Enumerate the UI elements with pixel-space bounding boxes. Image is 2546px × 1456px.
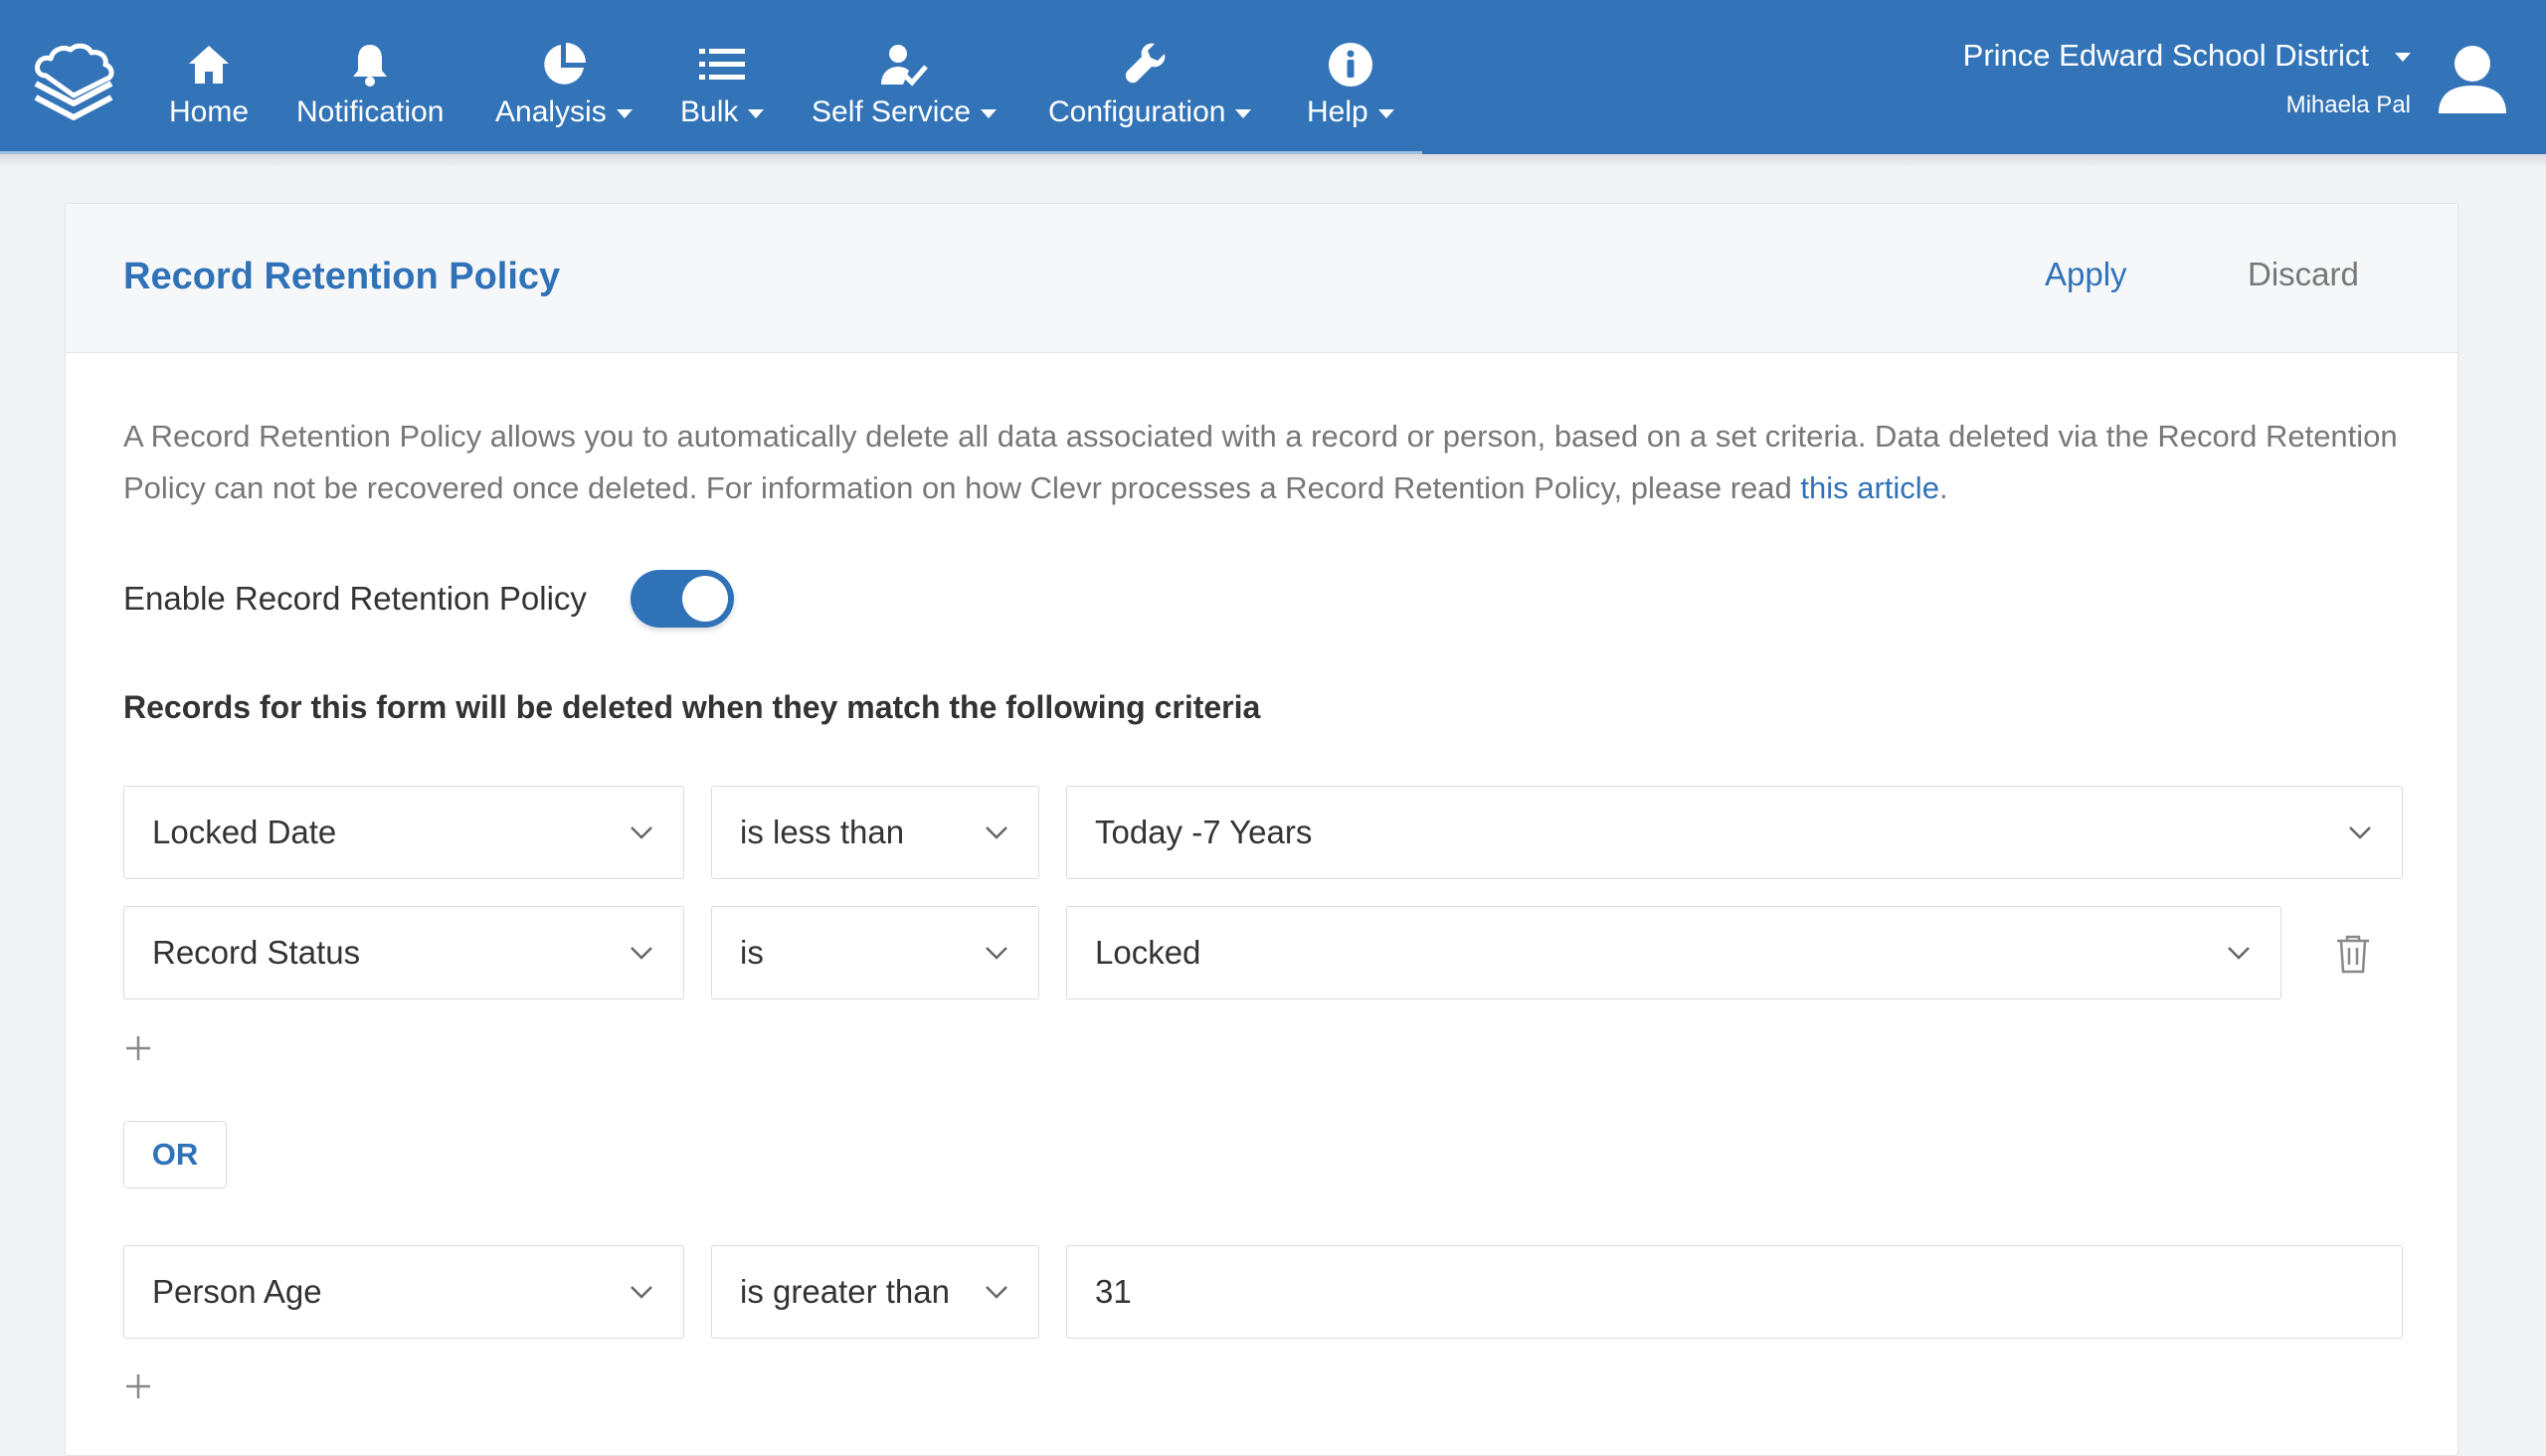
chevron-down-icon xyxy=(631,1286,652,1299)
nav-help[interactable]: Help xyxy=(1307,40,1394,139)
chevron-down-icon xyxy=(1377,108,1394,118)
discard-button[interactable]: Discard xyxy=(2248,256,2359,293)
nav-analysis-label: Analysis xyxy=(495,95,607,128)
app-logo-icon[interactable] xyxy=(26,38,121,133)
criteria-operator-select[interactable]: is greater than xyxy=(711,1245,1039,1339)
chevron-down-icon xyxy=(2395,52,2411,62)
chevron-down-icon xyxy=(2228,947,2250,960)
wrench-icon xyxy=(1125,40,1175,90)
nav-self-service-label: Self Service xyxy=(812,95,972,128)
chevron-down-icon xyxy=(631,947,652,960)
chevron-down-icon xyxy=(986,826,1007,839)
criteria-value-select[interactable]: Today -7 Years xyxy=(1066,786,2403,879)
apply-button[interactable]: Apply xyxy=(2045,256,2127,293)
select-value: Record Status xyxy=(152,934,361,971)
select-value: is less than xyxy=(740,814,905,850)
district-name: Prince Edward School District xyxy=(1962,38,2369,73)
page-title: Record Retention Policy xyxy=(123,256,561,297)
district-selector[interactable]: Prince Edward School District xyxy=(1963,38,2411,74)
enable-policy-toggle[interactable] xyxy=(631,570,734,628)
description-end: . xyxy=(1938,470,1948,505)
nav-configuration[interactable]: Configuration xyxy=(1048,40,1252,139)
pie-chart-icon xyxy=(540,40,588,90)
select-value: Person Age xyxy=(152,1273,322,1310)
criteria-field-select[interactable]: Person Age xyxy=(123,1245,684,1339)
nav-bulk[interactable]: Bulk xyxy=(680,40,765,139)
list-icon xyxy=(699,40,746,90)
nav-bulk-label: Bulk xyxy=(680,95,739,128)
card-header: Record Retention Policy Apply Discard xyxy=(66,204,2457,353)
input-value: 31 xyxy=(1095,1273,1132,1310)
criteria-field-select[interactable]: Record Status xyxy=(123,906,684,1000)
chevron-down-icon xyxy=(981,108,998,118)
criteria-value-select[interactable]: Locked xyxy=(1066,906,2281,1000)
chevron-down-icon xyxy=(2349,826,2371,839)
add-criteria-plus-icon[interactable] xyxy=(123,1033,153,1063)
chevron-down-icon xyxy=(986,1286,1007,1299)
user-check-icon xyxy=(879,40,929,90)
nav-analysis[interactable]: Analysis xyxy=(495,40,633,139)
select-value: is xyxy=(740,934,764,971)
criteria-heading: Records for this form will be deleted wh… xyxy=(123,689,1261,725)
criteria-field-select[interactable]: Locked Date xyxy=(123,786,684,879)
description-text: A Record Retention Policy allows you to … xyxy=(123,419,2398,505)
trash-icon[interactable] xyxy=(2335,934,2371,974)
bell-icon xyxy=(350,40,390,90)
chevron-down-icon xyxy=(1235,108,1252,118)
nav-home-label: Home xyxy=(169,95,250,128)
criteria-operator-select[interactable]: is less than xyxy=(711,786,1039,879)
add-criteria-plus-icon[interactable] xyxy=(123,1371,153,1401)
top-navigation-bar: Home Notification Analysis Bulk Self Ser… xyxy=(0,0,2546,154)
user-name: Mihaela Pal xyxy=(2285,91,2411,118)
info-icon xyxy=(1328,40,1373,90)
criteria-value-input[interactable]: 31 xyxy=(1066,1245,2403,1339)
chevron-down-icon xyxy=(631,826,652,839)
chevron-down-icon xyxy=(986,947,1007,960)
chevron-down-icon xyxy=(748,108,765,118)
nav-configuration-label: Configuration xyxy=(1048,95,1226,128)
select-value: Locked xyxy=(1095,934,1201,971)
article-link[interactable]: this article xyxy=(1800,470,1939,505)
policy-description: A Record Retention Policy allows you to … xyxy=(123,411,2431,514)
chevron-down-icon xyxy=(616,108,633,118)
nav-notification-label: Notification xyxy=(296,95,445,128)
select-value: Today -7 Years xyxy=(1095,814,1313,850)
select-value: Locked Date xyxy=(152,814,337,850)
nav-self-service[interactable]: Self Service xyxy=(812,40,998,139)
or-button[interactable]: OR xyxy=(123,1121,227,1188)
nav-help-label: Help xyxy=(1307,95,1368,128)
enable-policy-label: Enable Record Retention Policy xyxy=(123,580,587,617)
toggle-knob xyxy=(682,576,728,622)
select-value: is greater than xyxy=(740,1273,950,1310)
nav-home[interactable]: Home xyxy=(169,40,249,139)
home-icon xyxy=(187,40,231,90)
nav-notification[interactable]: Notification xyxy=(296,40,444,139)
criteria-operator-select[interactable]: is xyxy=(711,906,1039,1000)
user-avatar-icon[interactable] xyxy=(2435,42,2510,117)
retention-policy-card: Record Retention Policy Apply Discard A … xyxy=(65,203,2458,1456)
nav-shadow xyxy=(0,154,2546,166)
